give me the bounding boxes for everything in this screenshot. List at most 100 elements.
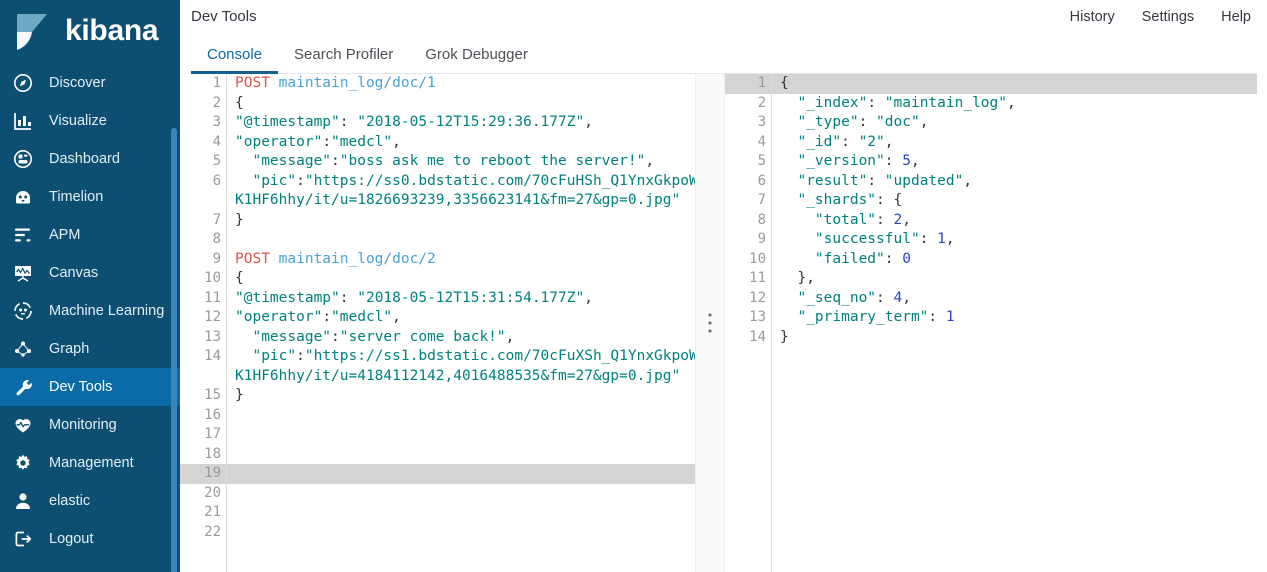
sidebar-item-machine-learning[interactable]: Machine Learning: [0, 292, 180, 330]
code-text: "operator":"medcl",: [235, 309, 401, 325]
code-line[interactable]: 11 },: [725, 269, 1267, 289]
code-line[interactable]: K1HF6hhy/it/u=4184112142,4016488535&fm=2…: [180, 367, 695, 387]
drag-handle-icon[interactable]: [708, 313, 712, 333]
line-number: 12: [749, 289, 766, 306]
code-text: "message":"boss ask me to reboot the ser…: [252, 153, 655, 169]
response-editor[interactable]: 1{2 "_index": "maintain_log", 3 "_type": …: [725, 74, 1267, 572]
code-text: POST maintain_log/doc/1: [235, 75, 436, 91]
sidebar-item-apm[interactable]: APM: [0, 216, 180, 254]
code-line[interactable]: 8 "total": 2,: [725, 211, 1267, 231]
code-line[interactable]: 20: [180, 484, 695, 504]
code-line[interactable]: K1HF6hhy/it/u=1826693239,3356623141&fm=2…: [180, 191, 695, 211]
code-line[interactable]: 1 POST maintain_log/doc/1: [180, 74, 695, 94]
code-line[interactable]: 22: [180, 523, 695, 543]
tab-grok-debugger[interactable]: Grok Debugger: [409, 46, 544, 74]
sidebar-item-logout[interactable]: Logout: [0, 520, 180, 558]
sidebar-scrollbar[interactable]: [167, 60, 180, 572]
code-line[interactable]: 9 POST maintain_log/doc/2: [180, 250, 695, 270]
sidebar-item-management[interactable]: Management: [0, 444, 180, 482]
sidebar-item-canvas[interactable]: Canvas: [0, 254, 180, 292]
code-line[interactable]: 3 "_type": "doc",: [725, 113, 1267, 133]
heartbeat-icon: [11, 413, 35, 437]
sidebar-item-dev-tools[interactable]: Dev Tools: [0, 368, 180, 406]
code-line[interactable]: 14 "pic":"https://ss1.bdstatic.com/70cFu…: [180, 347, 695, 367]
line-number: 17: [204, 426, 221, 442]
code-line[interactable]: 12 "operator":"medcl",: [180, 308, 695, 328]
code-text: "successful": 1,: [814, 231, 955, 247]
code-text: K1HF6hhy/it/u=4184112142,4016488535&fm=2…: [235, 367, 681, 384]
gear-icon: [11, 451, 35, 475]
dashboard-icon: [11, 147, 35, 171]
line-number: 14: [204, 348, 221, 364]
code-line[interactable]: 15}: [180, 386, 695, 406]
line-number: [180, 367, 226, 387]
sidebar-item-elastic[interactable]: elastic: [0, 482, 180, 520]
tab-console[interactable]: Console: [191, 46, 279, 74]
line-number: 22: [204, 523, 221, 540]
sidebar-scrollbar-thumb[interactable]: [171, 128, 177, 572]
code-line[interactable]: 4 "operator":"medcl",: [180, 133, 695, 153]
sidebar-item-label: Dev Tools: [49, 379, 113, 395]
code-line[interactable]: 16: [180, 406, 695, 426]
line-number: 3: [212, 114, 221, 130]
code-text: "operator":"medcl",: [235, 133, 401, 150]
code-line[interactable]: 5 "message":"boss ask me to reboot the s…: [180, 152, 695, 172]
code-line[interactable]: 11 "@timestamp": "2018-05-12T15:31:54.177…: [180, 289, 695, 309]
sidebar-item-dashboard[interactable]: Dashboard: [0, 140, 180, 178]
header-action-help[interactable]: Help: [1221, 9, 1251, 25]
sidebar-item-timelion[interactable]: Timelion: [0, 178, 180, 216]
code-line[interactable]: 8: [180, 230, 695, 250]
code-line[interactable]: 6 "result": "updated",: [725, 172, 1267, 192]
code-text: "_seq_no": 4,: [797, 289, 911, 306]
brand-header[interactable]: kibana: [0, 0, 180, 64]
code-text: "_primary_term": 1: [797, 309, 955, 325]
code-line[interactable]: 21: [180, 503, 695, 523]
code-line[interactable]: 2{: [180, 94, 695, 114]
tab-search-profiler[interactable]: Search Profiler: [278, 46, 409, 74]
header-action-settings[interactable]: Settings: [1142, 9, 1194, 25]
code-line[interactable]: 19: [180, 464, 695, 484]
sidebar-item-label: APM: [49, 227, 81, 243]
pane-splitter[interactable]: [695, 74, 725, 572]
code-line[interactable]: 3 "@timestamp": "2018-05-12T15:29:36.177Z…: [180, 113, 695, 133]
sidebar-item-monitoring[interactable]: Monitoring: [0, 406, 180, 444]
sidebar-item-discover[interactable]: Discover: [0, 64, 180, 102]
code-line[interactable]: 14}: [725, 328, 1267, 348]
canvas-icon: [11, 261, 35, 285]
code-line[interactable]: 4 "_id": "2",: [725, 133, 1267, 153]
line-number: 6: [212, 172, 221, 189]
code-line[interactable]: 12 "_seq_no": 4,: [725, 289, 1267, 309]
graph-icon: [11, 337, 35, 361]
code-text: {: [235, 270, 244, 286]
code-line[interactable]: 7 "_shards": {: [725, 191, 1267, 211]
code-line[interactable]: 10 "failed": 0: [725, 250, 1267, 270]
sidebar-item-graph[interactable]: Graph: [0, 330, 180, 368]
header-action-history[interactable]: History: [1070, 9, 1115, 25]
code-line[interactable]: 7}: [180, 211, 695, 231]
code-text: "_version": 5,: [797, 153, 920, 169]
code-line[interactable]: 18: [180, 445, 695, 465]
code-line[interactable]: 10 {: [180, 269, 695, 289]
code-line[interactable]: 5 "_version": 5,: [725, 152, 1267, 172]
line-number: [180, 191, 226, 211]
code-line[interactable]: 1{: [725, 74, 1267, 94]
tab-bar: Console Search Profiler Grok Debugger: [180, 33, 1267, 74]
code-line[interactable]: 13 "_primary_term": 1: [725, 308, 1267, 328]
request-editor[interactable]: 1 POST maintain_log/doc/1 2{3 "@timestamp":…: [180, 74, 695, 572]
kibana-logo-icon: [9, 9, 55, 55]
code-line[interactable]: 6 "pic":"https://ss0.bdstatic.com/70cFuH…: [180, 172, 695, 192]
code-line[interactable]: 17: [180, 425, 695, 445]
line-number: 20: [204, 484, 221, 501]
sidebar-item-visualize[interactable]: Visualize: [0, 102, 180, 140]
code-line[interactable]: 2 "_index": "maintain_log",: [725, 94, 1267, 114]
code-line[interactable]: 13 "message":"server come back!",: [180, 328, 695, 348]
bar-chart-icon: [11, 109, 35, 133]
code-line[interactable]: 9 "successful": 1,: [725, 230, 1267, 250]
sidebar-item-label: Discover: [49, 75, 106, 91]
page-title: Dev Tools: [191, 8, 257, 25]
